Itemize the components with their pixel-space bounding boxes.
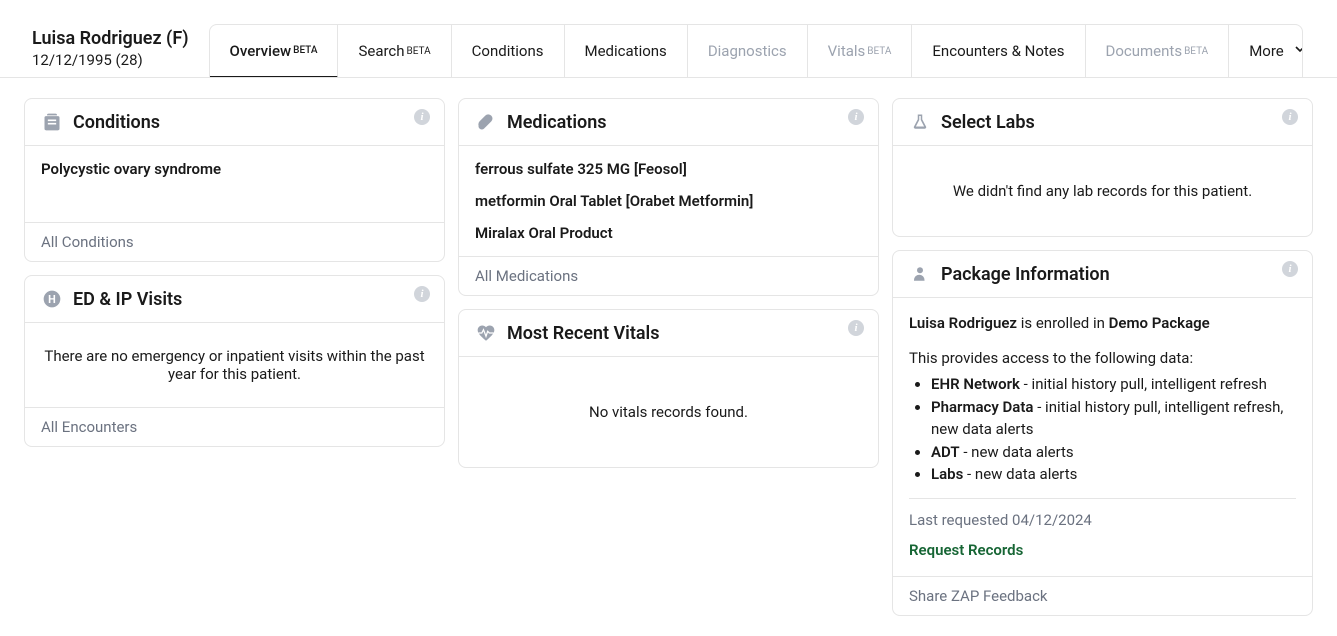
package-item-desc: - initial history pull, intelligent refr… (1020, 375, 1267, 393)
tab-search-label: Search (358, 42, 404, 60)
info-icon[interactable]: i (848, 320, 864, 336)
tab-vitals-label: Vitals (828, 42, 866, 60)
all-conditions-link[interactable]: All Conditions (25, 222, 444, 261)
patient-info: Luisa Rodriguez (F) 12/12/1995 (28) (0, 0, 209, 69)
package-intro: Luisa Rodriguez is enrolled in Demo Pack… (909, 312, 1296, 335)
package-name: Demo Package (1109, 314, 1210, 332)
content-grid: Conditions i Polycystic ovary syndrome A… (0, 78, 1337, 636)
tab-medications-label: Medications (585, 42, 667, 60)
column-1: Conditions i Polycystic ovary syndrome A… (24, 98, 445, 616)
vitals-card-header: Most Recent Vitals i (459, 310, 878, 357)
column-3: Select Labs i We didn't find any lab rec… (892, 98, 1313, 616)
person-icon (909, 263, 931, 285)
info-icon[interactable]: i (848, 109, 864, 125)
tab-overview-label: Overview (230, 42, 292, 60)
tab-conditions[interactable]: Conditions (452, 25, 565, 77)
package-card-header: Package Information i (893, 251, 1312, 298)
all-medications-link[interactable]: All Medications (459, 256, 878, 295)
package-list-item: Pharmacy Data - initial history pull, in… (931, 396, 1296, 441)
info-icon[interactable]: i (1282, 109, 1298, 125)
labs-card-header: Select Labs i (893, 99, 1312, 146)
package-list-item: EHR Network - initial history pull, inte… (931, 373, 1296, 396)
all-encounters-link[interactable]: All Encounters (25, 407, 444, 446)
tab-overview[interactable]: OverviewBETA (210, 25, 339, 77)
header: Luisa Rodriguez (F) 12/12/1995 (28) Over… (0, 0, 1337, 78)
vitals-card: Most Recent Vitals i No vitals records f… (458, 309, 879, 468)
conditions-card: Conditions i Polycystic ovary syndrome A… (24, 98, 445, 262)
share-zap-feedback-link[interactable]: Share ZAP Feedback (893, 576, 1312, 615)
medications-title: Medications (507, 112, 607, 133)
package-list-item: Labs - new data alerts (931, 463, 1296, 486)
patient-name: Luisa Rodriguez (F) (32, 28, 189, 49)
package-card: Package Information i Luisa Rodriguez is… (892, 250, 1313, 616)
tab-diagnostics-label: Diagnostics (708, 42, 787, 60)
svg-text:H: H (48, 293, 56, 306)
vitals-title: Most Recent Vitals (507, 323, 660, 344)
ed-ip-card-header: H ED & IP Visits i (25, 276, 444, 323)
medications-body: ferrous sulfate 325 MG [Feosol] metformi… (459, 146, 878, 256)
hospital-icon: H (41, 288, 63, 310)
tab-encounters-label: Encounters & Notes (932, 42, 1064, 60)
heartbeat-icon (475, 322, 497, 344)
tab-encounters-notes[interactable]: Encounters & Notes (912, 25, 1085, 77)
ed-ip-card: H ED & IP Visits i There are no emergenc… (24, 275, 445, 447)
conditions-card-header: Conditions i (25, 99, 444, 146)
flask-icon (909, 111, 931, 133)
conditions-body: Polycystic ovary syndrome (25, 146, 444, 222)
patient-dob-age: 12/12/1995 (28) (32, 51, 189, 69)
package-item-name: EHR Network (931, 375, 1020, 393)
package-title: Package Information (941, 264, 1110, 285)
tab-documents[interactable]: DocumentsBETA (1086, 25, 1230, 77)
column-2: Medications i ferrous sulfate 325 MG [Fe… (458, 98, 879, 616)
package-patient-name: Luisa Rodriguez (909, 314, 1017, 332)
medication-item[interactable]: Miralax Oral Product (475, 224, 862, 242)
package-list-item: ADT - new data alerts (931, 441, 1296, 464)
beta-badge: BETA (867, 46, 891, 57)
info-icon[interactable]: i (414, 109, 430, 125)
labs-title: Select Labs (941, 112, 1035, 133)
medication-item[interactable]: ferrous sulfate 325 MG [Feosol] (475, 160, 862, 178)
package-data-list: EHR Network - initial history pull, inte… (909, 373, 1296, 486)
condition-item[interactable]: Polycystic ovary syndrome (41, 160, 428, 178)
pills-icon (475, 111, 497, 133)
beta-badge: BETA (407, 46, 431, 57)
package-last-requested: Last requested 04/12/2024 (909, 498, 1296, 532)
clipboard-icon (41, 111, 63, 133)
medications-card-header: Medications i (459, 99, 878, 146)
package-item-desc: - new data alerts (963, 465, 1077, 483)
info-icon[interactable]: i (414, 286, 430, 302)
package-item-desc: - new data alerts (960, 443, 1074, 461)
ed-ip-empty-text: There are no emergency or inpatient visi… (25, 323, 444, 407)
package-body: Luisa Rodriguez is enrolled in Demo Pack… (893, 298, 1312, 576)
tab-conditions-label: Conditions (472, 42, 544, 60)
tab-more-label: More (1249, 42, 1284, 60)
tab-search[interactable]: SearchBETA (338, 25, 451, 77)
chevron-down-icon (1292, 41, 1303, 61)
info-icon[interactable]: i (1282, 261, 1298, 277)
tab-diagnostics[interactable]: Diagnostics (688, 25, 808, 77)
ed-ip-title: ED & IP Visits (73, 289, 182, 310)
labs-card: Select Labs i We didn't find any lab rec… (892, 98, 1313, 237)
medications-card: Medications i ferrous sulfate 325 MG [Fe… (458, 98, 879, 296)
package-item-name: ADT (931, 443, 960, 461)
package-intro-mid: is enrolled in (1017, 314, 1109, 332)
tab-medications[interactable]: Medications (565, 25, 688, 77)
tab-more[interactable]: More (1229, 25, 1303, 77)
request-records-link[interactable]: Request Records (909, 539, 1296, 562)
beta-badge: BETA (293, 45, 317, 56)
package-item-name: Labs (931, 465, 963, 483)
vitals-empty-text: No vitals records found. (459, 357, 878, 467)
labs-empty-text: We didn't find any lab records for this … (893, 146, 1312, 236)
tab-documents-label: Documents (1106, 42, 1183, 60)
tab-vitals[interactable]: VitalsBETA (808, 25, 913, 77)
beta-badge: BETA (1184, 46, 1208, 57)
medication-item[interactable]: metformin Oral Tablet [Orabet Metformin] (475, 192, 862, 210)
conditions-title: Conditions (73, 112, 160, 133)
package-item-name: Pharmacy Data (931, 398, 1033, 416)
package-access-text: This provides access to the following da… (909, 347, 1296, 370)
tabs: OverviewBETA SearchBETA Conditions Medic… (209, 24, 1303, 77)
